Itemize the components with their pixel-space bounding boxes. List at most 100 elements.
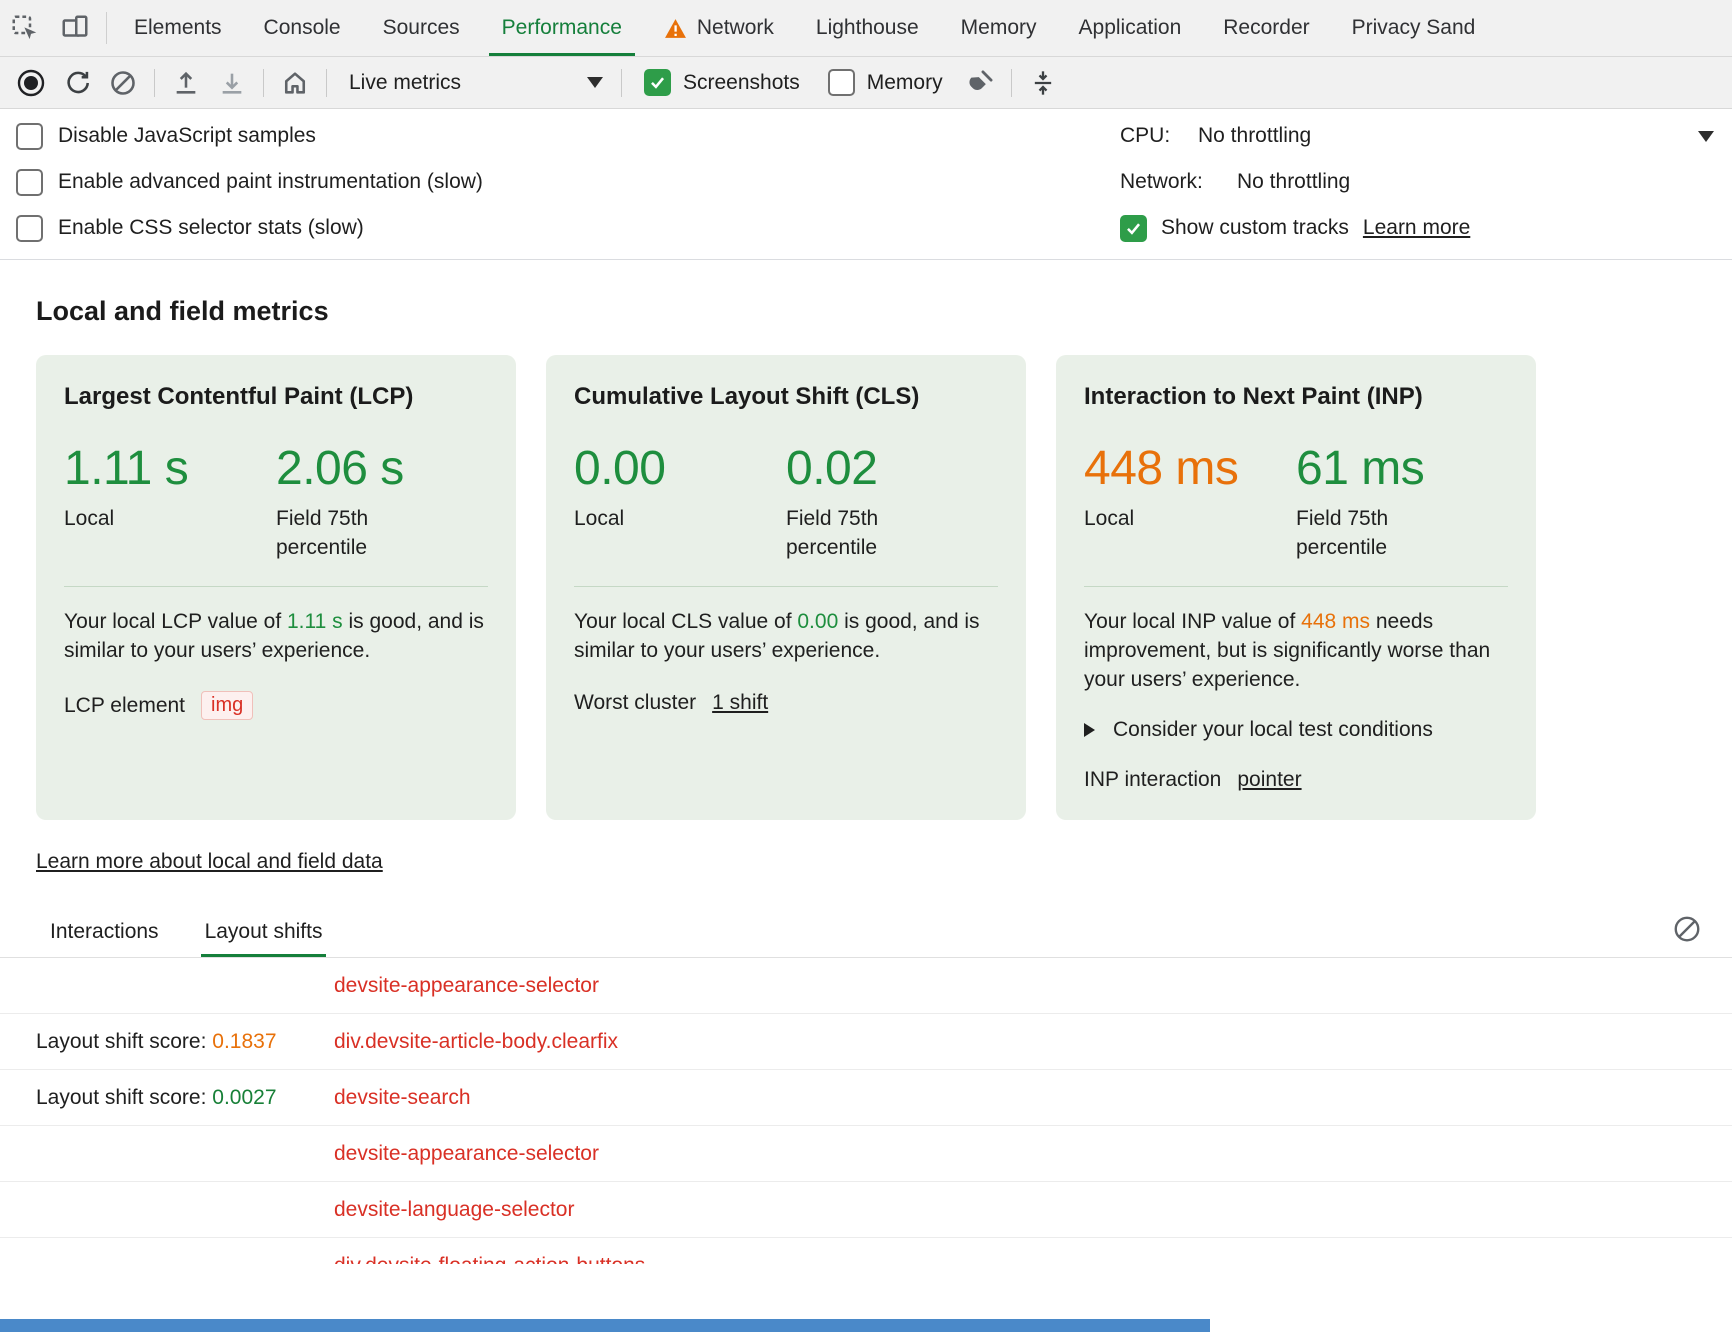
tab-label: Application xyxy=(1079,16,1182,40)
tab-network[interactable]: Network xyxy=(643,0,795,56)
tab-interactions[interactable]: Interactions xyxy=(50,906,159,957)
layout-shift-rows: devsite-appearance-selector Layout shift… xyxy=(0,958,1732,1264)
tab-label: Layout shifts xyxy=(205,920,323,944)
node-link[interactable]: div.devsite-floating-action-buttons xyxy=(334,1254,645,1265)
inp-interaction-link[interactable]: pointer xyxy=(1237,768,1301,792)
custom-tracks-learn-more-link[interactable]: Learn more xyxy=(1363,216,1470,240)
tab-label: Elements xyxy=(134,16,222,40)
cpu-throttling-row: CPU: No throttling xyxy=(1120,113,1732,159)
advanced-paint-instrumentation-checkbox[interactable]: Enable advanced paint instrumentation (s… xyxy=(16,159,1120,205)
history-dropdown-value: Live metrics xyxy=(349,71,461,95)
inp-local-value: 448 ms xyxy=(1084,441,1296,496)
node-link[interactable]: devsite-appearance-selector xyxy=(334,974,599,998)
metric-card-lcp: Largest Contentful Paint (LCP) 1.11 s Lo… xyxy=(36,355,516,820)
toolbar-separator xyxy=(154,69,155,97)
horizontal-scrollbar-thumb[interactable] xyxy=(0,1319,1210,1332)
cpu-label: CPU: xyxy=(1120,124,1198,148)
field-label: Field 75th percentile xyxy=(1296,504,1431,562)
network-throttling-select[interactable]: No throttling xyxy=(1237,170,1732,194)
save-profile-button[interactable] xyxy=(209,62,255,104)
inp-field-value: 61 ms xyxy=(1296,441,1508,496)
toolbar-separator xyxy=(1011,69,1012,97)
history-dropdown[interactable]: Live metrics xyxy=(335,71,613,95)
record-icon xyxy=(17,69,45,97)
cls-local-value: 0.00 xyxy=(574,441,786,496)
throttling-settings: CPU: No throttling Network: No throttlin… xyxy=(1120,113,1732,251)
reload-and-record-button[interactable] xyxy=(54,62,100,104)
local-test-conditions-disclosure[interactable]: Consider your local test conditions xyxy=(1084,718,1508,742)
screenshots-label: Screenshots xyxy=(683,71,800,95)
tab-application[interactable]: Application xyxy=(1058,0,1203,56)
worst-cluster-link[interactable]: 1 shift xyxy=(712,691,768,715)
tab-privacy-sandbox[interactable]: Privacy Sand xyxy=(1331,0,1497,56)
card-title: Largest Contentful Paint (LCP) xyxy=(64,383,488,411)
score-value: 0.1837 xyxy=(212,1030,276,1053)
lcp-element-label: LCP element xyxy=(64,694,185,718)
tab-elements[interactable]: Elements xyxy=(113,0,243,56)
tab-label: Interactions xyxy=(50,920,159,944)
checkbox-unchecked-icon xyxy=(16,123,43,150)
checkbox-checked-icon xyxy=(644,69,671,96)
capture-settings-pane: Disable JavaScript samples Enable advanc… xyxy=(0,109,1732,260)
node-link[interactable]: devsite-search xyxy=(334,1086,471,1110)
card-title: Interaction to Next Paint (INP) xyxy=(1084,383,1508,411)
tab-memory[interactable]: Memory xyxy=(940,0,1058,56)
css-selector-stats-checkbox[interactable]: Enable CSS selector stats (slow) xyxy=(16,205,1120,251)
metric-card-cls: Cumulative Layout Shift (CLS) 0.00 Local… xyxy=(546,355,1026,820)
load-profile-button[interactable] xyxy=(163,62,209,104)
screenshots-checkbox[interactable]: Screenshots xyxy=(644,69,800,96)
custom-tracks-row: Show custom tracks Learn more xyxy=(1120,205,1732,251)
download-icon xyxy=(218,69,246,97)
devtools-main-tabbar: Elements Console Sources Performance Net… xyxy=(0,0,1732,57)
memory-checkbox[interactable]: Memory xyxy=(828,69,943,96)
option-label: Enable CSS selector stats (slow) xyxy=(58,216,364,240)
checkbox-checked-icon[interactable] xyxy=(1120,215,1147,242)
clear-icon xyxy=(1672,914,1702,944)
tab-console[interactable]: Console xyxy=(243,0,362,56)
clear-icon xyxy=(109,69,137,97)
card-title: Cumulative Layout Shift (CLS) xyxy=(574,383,998,411)
clear-log-button[interactable] xyxy=(1672,914,1702,944)
tab-label: Recorder xyxy=(1223,16,1309,40)
tab-label: Performance xyxy=(502,16,622,40)
device-toolbar-icon xyxy=(60,13,90,43)
disable-js-samples-checkbox[interactable]: Disable JavaScript samples xyxy=(16,113,1120,159)
inspect-element-button[interactable] xyxy=(0,0,50,56)
toolbar-separator xyxy=(326,69,327,97)
node-link[interactable]: div.devsite-article-body.clearfix xyxy=(334,1030,618,1054)
tab-performance[interactable]: Performance xyxy=(481,0,643,56)
node-link[interactable]: devsite-appearance-selector xyxy=(334,1142,599,1166)
collect-garbage-button[interactable] xyxy=(957,62,1003,104)
cpu-throttling-value: No throttling xyxy=(1198,124,1311,148)
device-toolbar-button[interactable] xyxy=(50,0,100,56)
worst-cluster-label: Worst cluster xyxy=(574,691,696,715)
tab-label: Privacy Sand xyxy=(1352,16,1476,40)
field-label: Field 75th percentile xyxy=(786,504,921,562)
record-button[interactable] xyxy=(8,62,54,104)
collapse-panel-button[interactable] xyxy=(1020,62,1066,104)
tab-recorder[interactable]: Recorder xyxy=(1202,0,1330,56)
option-label: Enable advanced paint instrumentation (s… xyxy=(58,170,483,194)
learn-more-local-field-link[interactable]: Learn more about local and field data xyxy=(36,850,383,874)
collapse-icon xyxy=(1029,69,1057,97)
option-label: Disable JavaScript samples xyxy=(58,124,316,148)
live-metrics-log: Interactions Layout shifts devsite-appea… xyxy=(0,906,1732,1264)
tab-sources[interactable]: Sources xyxy=(362,0,481,56)
back-to-live-metrics-button[interactable] xyxy=(272,62,318,104)
metric-cards: Largest Contentful Paint (LCP) 1.11 s Lo… xyxy=(36,355,1696,820)
checkbox-unchecked-icon xyxy=(828,69,855,96)
checkbox-unchecked-icon xyxy=(16,215,43,242)
clear-button[interactable] xyxy=(100,62,146,104)
tab-lighthouse[interactable]: Lighthouse xyxy=(795,0,940,56)
lcp-element-node-link[interactable]: img xyxy=(201,691,253,720)
live-metrics-view: Local and field metrics Largest Contentf… xyxy=(0,296,1732,880)
tab-label: Memory xyxy=(961,16,1037,40)
network-throttling-value: No throttling xyxy=(1237,170,1350,194)
toolbar-separator xyxy=(621,69,622,97)
cpu-throttling-select[interactable]: No throttling xyxy=(1198,124,1732,148)
local-label: Local xyxy=(1084,504,1219,533)
tab-layout-shifts[interactable]: Layout shifts xyxy=(205,906,323,957)
node-link[interactable]: devsite-language-selector xyxy=(334,1198,574,1222)
local-label: Local xyxy=(64,504,199,533)
inp-interaction-label: INP interaction xyxy=(1084,768,1221,792)
